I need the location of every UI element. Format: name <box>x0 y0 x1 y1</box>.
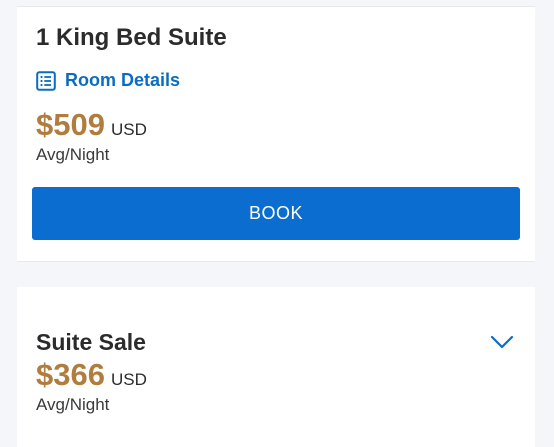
price-row: $366 USD <box>36 357 147 393</box>
room-details-label: Room Details <box>65 70 181 90</box>
room-card-king-suite: 1 King Bed Suite Room Details $509 USD A… <box>17 6 535 262</box>
price-amount: $509 <box>36 107 105 142</box>
price-row: $509 USD <box>36 107 147 143</box>
room-title: Suite Sale <box>36 329 146 355</box>
price-amount: $366 <box>36 357 105 392</box>
book-button[interactable]: BOOK <box>32 187 520 240</box>
room-card-suite-sale[interactable]: Suite Sale $366 USD Avg/Night <box>17 287 535 447</box>
price-per-night-label: Avg/Night <box>36 145 110 164</box>
price-per-night-label: Avg/Night <box>36 395 110 414</box>
chevron-down-icon[interactable] <box>490 334 514 350</box>
price-currency: USD <box>110 120 147 139</box>
price-currency: USD <box>110 370 147 389</box>
list-document-icon <box>36 70 65 91</box>
room-details-link[interactable]: Room Details <box>36 70 180 91</box>
room-title: 1 King Bed Suite <box>36 24 227 51</box>
